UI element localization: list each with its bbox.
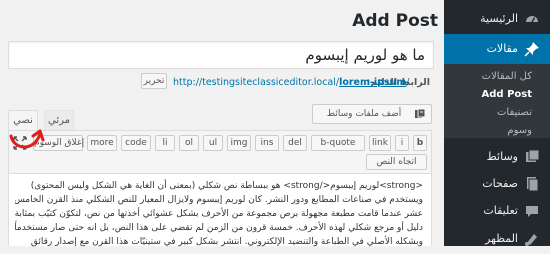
qt-ins-button[interactable]: ins	[255, 135, 279, 151]
pages-icon	[527, 177, 539, 192]
page-title: Add Post	[352, 11, 438, 31]
posts-submenu: كل المقالات Add Post تصنيفات وسوم	[444, 64, 550, 138]
tab-text[interactable]: نصي	[8, 110, 38, 130]
qt-bold-button[interactable]: b	[413, 135, 427, 151]
sidebar-item-label: الرئيسية	[480, 12, 518, 25]
admin-sidebar: الرئيسية مقالات كل المقالات Add Post تصن…	[438, 0, 550, 246]
qt-link-button[interactable]: link	[369, 135, 391, 151]
qt-blockquote-button[interactable]: b-quote	[311, 135, 365, 151]
permalink-base: http://testingsiteclassiceditor.local/	[173, 77, 340, 88]
content-line: وبشكله الأصلي في الطباعة والتنضيد الإلكت…	[30, 237, 423, 247]
submenu-tags[interactable]: وسوم	[507, 125, 532, 136]
submenu-all-posts[interactable]: كل المقالات	[482, 71, 532, 82]
sidebar-item-label: تعليقات	[483, 204, 518, 217]
add-media-icon	[415, 109, 426, 118]
sidebar-item-posts[interactable]: مقالات	[438, 34, 550, 64]
add-media-label: أضف ملفات وسائط	[326, 109, 402, 119]
submenu-add-post[interactable]: Add Post	[482, 89, 532, 100]
qt-code-button[interactable]: code	[121, 135, 151, 151]
sidebar-item-appearance[interactable]: المظهر	[444, 224, 550, 254]
text-editor: إغلاق الوسوم more code li ol ul img ins …	[8, 130, 432, 249]
sidebar-item-pages[interactable]: صفحات	[444, 169, 550, 199]
sidebar-item-comments[interactable]: تعليقات	[444, 196, 550, 226]
content-line: دليل أو مرجع شكلي لهذه الأحرف. خمسة قرون…	[15, 223, 423, 233]
sidebar-item-label: وسائط	[486, 150, 518, 163]
qt-img-button[interactable]: img	[227, 135, 251, 151]
qt-ul-button[interactable]: ul	[203, 135, 223, 151]
fullscreen-expand-icon[interactable]	[13, 136, 27, 150]
qt-del-button[interactable]: del	[283, 135, 307, 151]
submenu-categories[interactable]: تصنيفات	[497, 107, 532, 118]
permalink-slug: lorem-ipsum	[339, 77, 407, 88]
qt-italic-button[interactable]: i	[395, 135, 409, 151]
permalink-link[interactable]: http://testingsiteclassiceditor.local/lo…	[173, 77, 409, 88]
sidebar-item-dashboard[interactable]: الرئيسية	[444, 4, 550, 34]
edit-permalink-button[interactable]: تحرير	[141, 73, 167, 89]
content-line: ويستخدم في صناعات المطابع ودور النشر. كا…	[15, 195, 423, 205]
qt-ol-button[interactable]: ol	[179, 135, 199, 151]
permalink-tail: /	[406, 77, 410, 88]
current-menu-arrow	[438, 43, 444, 55]
quicktags-toolbar: إغلاق الوسوم more code li ol ul img ins …	[9, 131, 431, 174]
qt-close-tags-button[interactable]: إغلاق الوسوم	[33, 135, 84, 151]
content-line: عشر عندما قامت مطبعة مجهولة برص مجموعة م…	[15, 209, 423, 219]
editor-textarea[interactable]: <strong>لوريم إيبسوم</strong> هو ببساطة …	[15, 179, 423, 249]
dashboard-icon	[526, 16, 538, 23]
comments-icon	[526, 206, 538, 217]
content-line: <strong>لوريم إيبسوم</strong> هو ببساطة …	[30, 181, 423, 191]
media-icon	[526, 149, 540, 162]
qt-text-direction-button[interactable]: اتجاه النص	[366, 154, 427, 170]
tab-visual[interactable]: مرئي	[44, 110, 74, 130]
qt-more-button[interactable]: more	[87, 135, 117, 151]
post-title-value: ما هو لوريم إيبسوم	[305, 46, 425, 64]
appearance-icon	[525, 234, 537, 246]
sidebar-item-label: المظهر	[485, 232, 518, 245]
sidebar-item-label: صفحات	[482, 177, 518, 190]
add-media-button[interactable]: أضف ملفات وسائط	[312, 104, 432, 124]
qt-li-button[interactable]: li	[155, 135, 175, 151]
pin-icon	[524, 42, 539, 57]
post-title-input[interactable]: ما هو لوريم إيبسوم	[8, 41, 434, 69]
sidebar-item-label: مقالات	[486, 42, 518, 55]
sidebar-item-media[interactable]: وسائط	[444, 142, 550, 172]
